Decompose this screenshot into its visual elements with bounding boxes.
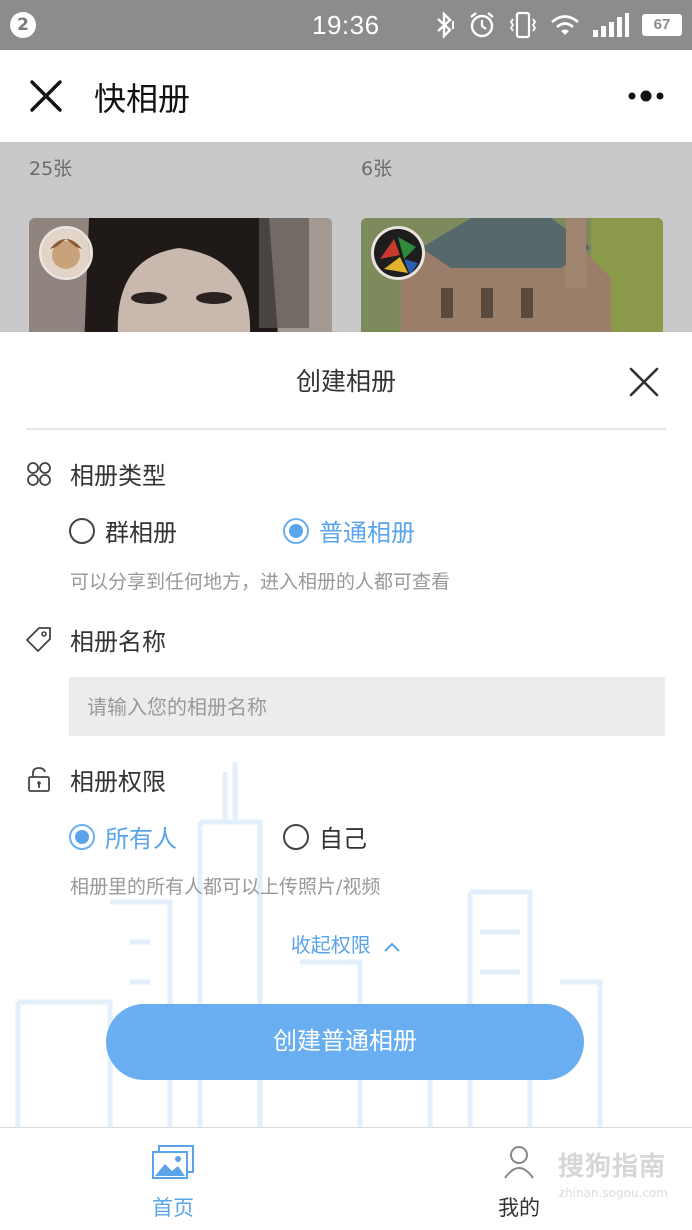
radio-button[interactable] — [283, 823, 309, 850]
title-bar: 快相册 — [0, 50, 692, 142]
close-icon[interactable] — [26, 76, 66, 116]
create-album-sheet: 创建相册 相册类型 群相册 普通相册 可以分享到任何地方，进入相册的人都可查看 … — [0, 332, 692, 1127]
radio-label: 所有人 — [105, 825, 177, 853]
permission-label: 相册权限 — [70, 768, 166, 796]
radio-everyone[interactable]: 所有人 — [69, 819, 177, 854]
page-title: 快相册 — [94, 80, 191, 118]
chevron-up-icon — [384, 942, 400, 952]
status-icons: 67 — [434, 10, 682, 40]
user-icon — [504, 1146, 534, 1179]
album-type-label: 相册类型 — [70, 462, 166, 490]
radio-button-checked[interactable] — [283, 517, 309, 544]
alarm-icon — [470, 12, 494, 38]
sheet-title: 创建相册 — [295, 367, 396, 396]
radio-label: 自己 — [319, 825, 367, 853]
album-name-label: 相册名称 — [70, 628, 166, 656]
battery-icon: 67 — [642, 14, 682, 36]
album-card[interactable] — [29, 218, 332, 332]
avatar — [371, 226, 425, 280]
radio-self[interactable]: 自己 — [283, 819, 367, 854]
tag-icon — [26, 627, 51, 652]
vibrate-icon — [509, 11, 537, 39]
notification-badge: 2 — [10, 12, 36, 38]
divider — [26, 428, 666, 430]
tab-label: 首页 — [152, 1196, 194, 1220]
album-count: 6张 — [361, 158, 393, 180]
collapse-permission-link[interactable]: 收起权限 — [0, 929, 692, 958]
tab-mine[interactable]: 我的 搜狗指南 zhinan.sogou.com — [346, 1128, 692, 1230]
tab-home[interactable]: 首页 — [0, 1128, 346, 1230]
radio-normal-album[interactable]: 普通相册 — [283, 513, 415, 548]
radio-label: 普通相册 — [319, 519, 415, 547]
bluetooth-icon — [437, 11, 454, 39]
permission-hint: 相册里的所有人都可以上传照片/视频 — [70, 876, 381, 898]
album-card[interactable] — [361, 218, 663, 332]
signal-icon — [593, 13, 629, 37]
radio-label: 群相册 — [105, 519, 177, 547]
radio-group-album[interactable]: 群相册 — [69, 513, 177, 548]
album-count: 25张 — [29, 158, 73, 180]
avatar — [39, 226, 93, 280]
more-icon[interactable] — [626, 86, 666, 106]
tab-bar: 首页 我的 搜狗指南 zhinan.sogou.com — [0, 1127, 692, 1230]
lock-icon — [28, 767, 50, 792]
grid-icon — [27, 462, 51, 486]
album-name-input[interactable] — [69, 677, 665, 736]
create-album-button[interactable]: 创建普通相册 — [106, 1004, 584, 1080]
watermark: 搜狗指南 — [557, 1152, 666, 1182]
radio-button[interactable] — [69, 517, 95, 544]
status-bar: 2 19:36 67 — [0, 0, 692, 50]
radio-button-checked[interactable] — [69, 823, 95, 850]
status-time: 19:36 — [312, 10, 380, 40]
wifi-icon — [551, 15, 579, 35]
close-icon[interactable] — [628, 366, 660, 398]
album-type-hint: 可以分享到任何地方，进入相册的人都可查看 — [70, 571, 451, 593]
collapse-label: 收起权限 — [290, 933, 371, 957]
image-icon — [152, 1145, 194, 1179]
album-list: 25张 6张 — [0, 142, 692, 332]
watermark-url: zhinan.sogou.com — [558, 1186, 668, 1200]
